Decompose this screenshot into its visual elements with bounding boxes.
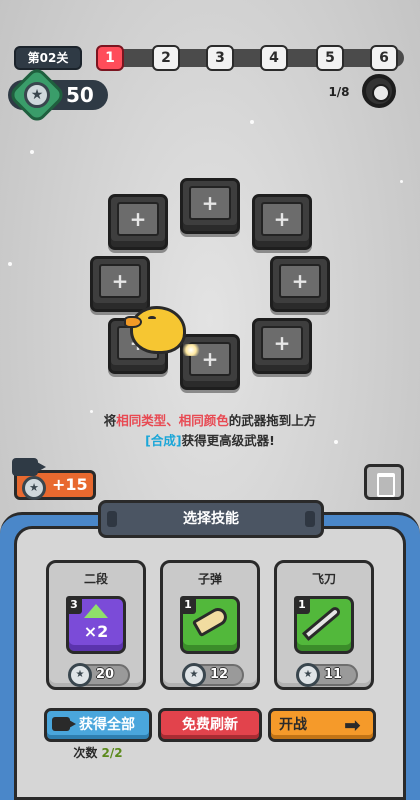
video-bonus-value: +15 — [52, 475, 88, 494]
merge-hint-line-2: [合成]获得更高级武器! — [20, 430, 400, 449]
stage-marker-1: 1 — [96, 45, 124, 71]
hint-separator: 、 — [166, 413, 179, 428]
hint-text: 的武器拖到上方 — [228, 413, 317, 428]
panel-title-text: 选择技能 — [183, 511, 239, 527]
snowflake — [8, 262, 12, 266]
gem-count: 50 — [66, 83, 94, 107]
star-coin-icon: ★ — [22, 476, 46, 500]
recycle-bin-icon[interactable] — [364, 464, 404, 500]
skill-cost: 12 — [210, 667, 229, 682]
snowflake — [400, 180, 403, 183]
weapon-slot[interactable]: + — [180, 334, 240, 390]
skill-name: 飞刀 — [311, 572, 336, 586]
skill-level: 3 — [66, 596, 82, 614]
plus-icon: + — [111, 269, 129, 293]
skill-glyph: ×2 — [83, 622, 109, 641]
skill-name: 二段 — [83, 572, 108, 586]
star-coin-icon: ★ — [296, 663, 320, 687]
hint-text: 获得更高级武器! — [181, 433, 275, 448]
count-prefix: 次数 — [73, 746, 98, 760]
count-value: 2/2 — [101, 746, 123, 760]
star-coin-icon: ★ — [24, 82, 50, 108]
snowflake — [250, 120, 254, 124]
hint-highlight-type: 相同类型 — [116, 413, 167, 428]
weapon-slot[interactable]: + — [252, 318, 312, 374]
merge-hint-line-1: 将相同类型、相同颜色的武器拖到上方 — [20, 410, 400, 429]
skill-cost: 11 — [324, 667, 343, 682]
plus-icon: + — [273, 207, 291, 231]
plus-icon: + — [273, 331, 291, 355]
star-coin-icon: ★ — [68, 663, 92, 687]
video-camera-icon — [52, 717, 76, 731]
star-coin-icon: ★ — [182, 663, 206, 687]
stage-progress-track — [96, 49, 404, 67]
panel-title: 选择技能 — [98, 500, 324, 538]
duck-eye — [148, 316, 156, 320]
stage-marker-3: 3 — [206, 45, 234, 71]
game-screen: 第02关 1 2 3 4 5 6 ★ 50 1/8 + + + + + + + … — [0, 0, 420, 800]
snowflake — [30, 150, 34, 154]
hint-highlight-merge: [合成] — [145, 433, 182, 448]
sparkle-effect — [180, 344, 202, 356]
hint-text: 将 — [103, 413, 117, 428]
stage-marker-6: 6 — [370, 45, 398, 71]
weapon-slot[interactable]: + — [252, 194, 312, 250]
plus-icon: + — [291, 269, 309, 293]
start-battle-label: 开战 — [279, 717, 307, 733]
skill-name: 子弹 — [197, 572, 222, 586]
skill-level: 1 — [180, 596, 196, 614]
duck-beak — [124, 316, 142, 328]
gear-icon[interactable] — [362, 74, 396, 108]
arrow-up-icon — [84, 604, 108, 618]
weapon-slot[interactable]: + — [180, 178, 240, 234]
free-refresh-button[interactable]: 免费刷新 — [158, 708, 262, 742]
stage-marker-2: 2 — [152, 45, 180, 71]
arrow-right-icon: ➡ — [344, 713, 361, 737]
stage-marker-5: 5 — [316, 45, 344, 71]
skill-level: 1 — [294, 596, 310, 614]
weapon-slot[interactable]: + — [90, 256, 150, 312]
wave-counter: 1/8 — [328, 85, 350, 99]
skill-cost: 20 — [96, 667, 115, 682]
duck-hero — [130, 306, 186, 354]
plus-icon: + — [201, 191, 219, 215]
plus-icon: + — [129, 207, 147, 231]
video-camera-icon — [12, 458, 46, 476]
remaining-count: 次数 2/2 — [44, 744, 152, 761]
hint-highlight-color: 相同颜色 — [178, 413, 229, 428]
stage-marker-4: 4 — [260, 45, 288, 71]
level-badge: 第02关 — [14, 46, 82, 70]
weapon-slot[interactable]: + — [108, 194, 168, 250]
weapon-slot[interactable]: + — [270, 256, 330, 312]
